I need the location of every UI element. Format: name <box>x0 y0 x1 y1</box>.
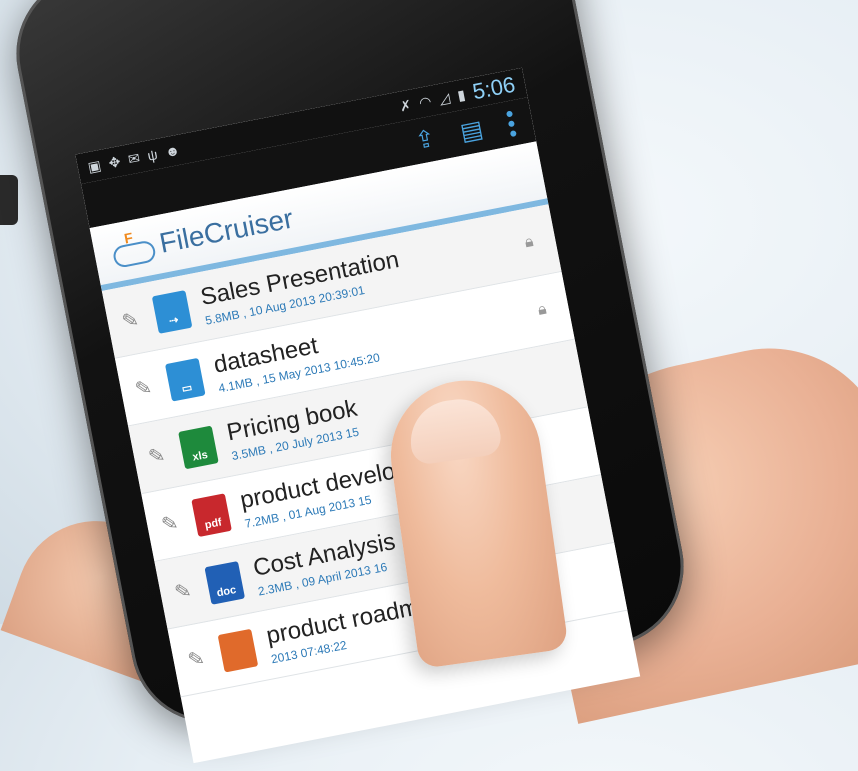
image-icon: ▣ <box>86 156 103 175</box>
fingernail <box>405 394 504 466</box>
doc-icon: doc <box>204 561 246 605</box>
folder-file-icon: ▭ <box>164 357 206 402</box>
dropbox-icon: ✥ <box>107 152 122 171</box>
xls-label: xls <box>191 448 209 464</box>
pencil-icon[interactable]: ✎ <box>133 371 171 402</box>
phone-edge-left <box>0 175 18 225</box>
filecruiser-logo-icon: F <box>110 229 158 269</box>
overflow-menu-icon[interactable] <box>505 109 517 137</box>
mute-icon: ✗ <box>398 96 413 115</box>
pdf-icon: pdf <box>191 493 232 538</box>
pencil-icon[interactable]: ✎ <box>146 438 184 469</box>
app-title: FileCruiser <box>156 202 296 259</box>
folder-icon[interactable]: ▤ <box>458 115 486 148</box>
pencil-icon[interactable]: ✎ <box>120 303 158 334</box>
upload-icon[interactable]: ⇪ <box>413 124 438 156</box>
signal-icon: ◿ <box>437 88 452 107</box>
pdf-label: pdf <box>203 516 223 532</box>
battery-icon: ▮ <box>455 85 467 103</box>
folder-share-icon: ⇢ <box>151 290 193 334</box>
android-icon: ☻ <box>163 141 182 161</box>
doc-label: doc <box>215 583 238 600</box>
pencil-icon[interactable]: ✎ <box>185 642 223 673</box>
ppt-icon <box>217 628 259 673</box>
lock-icon: 🔒︎ <box>536 300 549 319</box>
wifi-icon: ◠ <box>417 92 433 111</box>
lock-icon: 🔒︎ <box>523 232 535 252</box>
usb-icon: ψ <box>146 146 159 164</box>
pencil-icon[interactable]: ✎ <box>172 574 210 605</box>
xls-icon: xls <box>178 425 219 470</box>
phone-screen: ▣ ✥ ✉ ψ ☻ ✗ ◠ ◿ ▮ 5:06 ⇪ ▤ F FileCruiser… <box>75 67 641 764</box>
pencil-icon[interactable]: ✎ <box>159 506 197 537</box>
mail-icon: ✉ <box>126 148 142 167</box>
file-text: Pricing book 3.5MB , 20 July 2013 15 <box>225 395 363 463</box>
